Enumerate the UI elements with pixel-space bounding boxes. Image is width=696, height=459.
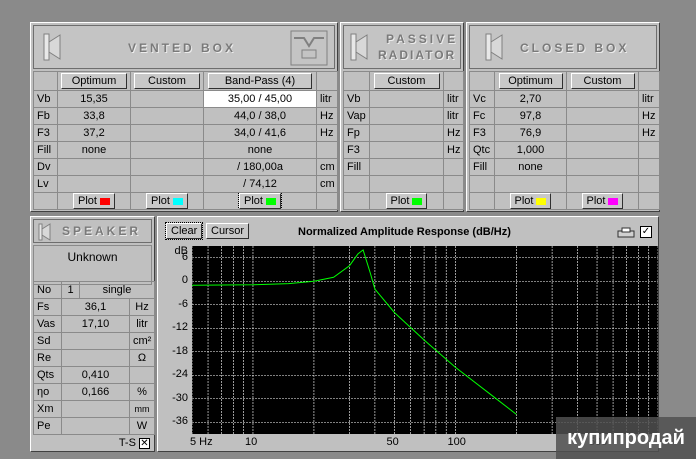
passive-vb-value[interactable] — [369, 90, 444, 108]
speaker-name[interactable]: Unknown — [33, 245, 152, 285]
vented-vb-bandpass-input[interactable]: 35,00 / 45,00 — [203, 90, 317, 108]
vented-box-title: VENTED BOX — [128, 41, 237, 55]
closed-plot-optimum-button[interactable]: Plot — [509, 193, 552, 209]
plot-color-swatch — [536, 197, 547, 205]
vented-custom-button[interactable]: Custom — [134, 73, 200, 89]
passive-radiator-title-1: PASSIVE — [386, 32, 459, 46]
vented-row-fb: Fb 33,8 44,0 / 38,0 Hz — [33, 107, 338, 125]
passive-radiator-table: Custom Vb litr Vap litr Fp Hz F3 Hz Fill Plo… — [343, 71, 464, 210]
closed-logo-icon — [485, 33, 503, 61]
vented-bandpass-button[interactable]: Band-Pass (4) — [208, 73, 312, 89]
passive-radiator-title-2: RADIATOR — [378, 48, 457, 62]
speaker-qts-value[interactable]: 0,410 — [61, 366, 130, 384]
passive-plot-button[interactable]: Plot — [385, 193, 428, 209]
ts-toggle[interactable]: T-S ✕ — [119, 437, 150, 449]
passive-vap-value[interactable] — [369, 107, 444, 125]
y-tick-label: -18 — [172, 344, 188, 357]
y-tick-label: 0 — [181, 274, 188, 287]
vented-plot-bandpass-button[interactable]: Plot — [238, 193, 282, 209]
printer-icon[interactable] — [616, 227, 636, 239]
speaker-logo-icon — [38, 223, 51, 241]
plot-color-swatch — [172, 197, 183, 205]
y-tick-label: 6 — [181, 250, 188, 263]
vented-port-icon — [290, 30, 328, 66]
x-tick-label: 50 — [386, 436, 399, 448]
speaker-sd-value[interactable] — [61, 332, 130, 350]
passive-logo-icon — [350, 33, 368, 61]
speaker-vas-value[interactable]: 17,10 — [61, 315, 130, 333]
plot-color-swatch — [608, 197, 619, 205]
vented-row-dv: Dv / 180,00a cm — [33, 158, 338, 176]
speaker-mode[interactable]: single — [79, 281, 155, 299]
speaker-eta-value[interactable]: 0,166 — [61, 383, 130, 401]
x-tick-label: 10 — [244, 436, 258, 448]
vented-logo-icon — [43, 33, 61, 61]
response-series-line-0 — [192, 249, 517, 415]
speaker-xm-value[interactable] — [61, 400, 130, 418]
vented-optimum-button[interactable]: Optimum — [61, 73, 127, 89]
plot-color-swatch — [412, 197, 423, 205]
closed-box-header: CLOSED BOX — [469, 25, 657, 69]
passive-fp-value[interactable] — [369, 124, 444, 142]
x-tick-label: 100 — [447, 436, 466, 448]
cursor-button[interactable]: Cursor — [206, 223, 250, 239]
speaker-header: SPEAKER — [33, 219, 152, 243]
closed-box-title: CLOSED BOX — [520, 41, 630, 55]
passive-radiator-panel: PASSIVE RADIATOR Custom Vb litr Vap litr F… — [340, 22, 464, 212]
plot-color-swatch — [265, 197, 276, 205]
ts-checkbox-icon[interactable]: ✕ — [139, 437, 150, 449]
vented-row-f3: F3 37,2 34,0 / 41,6 Hz — [33, 124, 338, 142]
vented-box-panel: VENTED BOX Optimum Custom Band-Pass (4) … — [30, 22, 338, 212]
passive-fill-value[interactable] — [369, 158, 444, 176]
speaker-table: No 1 single Fs 36,1 Hz Vas 17,10 litr Sd cm² … — [33, 281, 155, 435]
plot-color-swatch — [99, 197, 110, 205]
vented-row-lv: Lv / 74,12 cm — [33, 175, 338, 193]
closed-box-panel: CLOSED BOX Optimum Custom Vc 2,70 litr Fc 9… — [466, 22, 660, 212]
vented-row-vb: Vb 15,35 35,00 / 45,00 litr — [33, 90, 338, 108]
y-tick-label: -30 — [172, 391, 188, 404]
y-tick-label: -24 — [172, 368, 188, 381]
graph-enable-checkbox-icon[interactable]: ✓ — [640, 226, 652, 238]
speaker-no-value[interactable]: 1 — [61, 281, 80, 299]
ts-label: T-S — [118, 437, 136, 449]
passive-f3-value[interactable] — [369, 141, 444, 159]
graph-title: Normalized Amplitude Response (dB/Hz) — [298, 226, 511, 238]
watermark: купипродай — [556, 417, 696, 459]
vented-vb-optimum: 15,35 — [57, 90, 131, 108]
speaker-panel: SPEAKER Unknown No 1 single Fs 36,1 Hz Vas… — [30, 216, 155, 452]
clear-button[interactable]: Clear — [164, 222, 204, 240]
vented-vb-custom[interactable] — [130, 90, 204, 108]
vented-box-header: VENTED BOX — [33, 25, 335, 69]
vented-row-fill: Fill none none — [33, 141, 338, 159]
vented-box-table: Optimum Custom Band-Pass (4) Vb 15,35 35… — [33, 71, 338, 210]
closed-custom-button[interactable]: Custom — [570, 73, 635, 89]
passive-custom-button[interactable]: Custom — [373, 73, 440, 89]
closed-plot-custom-button[interactable]: Plot — [581, 193, 624, 209]
vented-plot-optimum-button[interactable]: Plot — [73, 193, 115, 209]
closed-box-table: Optimum Custom Vc 2,70 litr Fc 97,8 Hz F3 76,… — [469, 71, 660, 210]
closed-optimum-button[interactable]: Optimum — [498, 73, 563, 89]
amplitude-response-plot[interactable] — [192, 246, 658, 434]
passive-radiator-header: PASSIVE RADIATOR — [343, 25, 461, 69]
y-tick-label: -12 — [172, 321, 188, 334]
speaker-re-value[interactable] — [61, 349, 130, 367]
y-tick-label: -6 — [178, 297, 188, 310]
y-tick-label: -36 — [172, 415, 188, 428]
speaker-pe-value[interactable] — [61, 417, 130, 435]
speaker-fs-value[interactable]: 36,1 — [61, 298, 130, 316]
speaker-title: SPEAKER — [62, 224, 142, 238]
vented-plot-custom-button[interactable]: Plot — [146, 193, 188, 209]
x-tick-label: 5 Hz — [190, 436, 213, 448]
